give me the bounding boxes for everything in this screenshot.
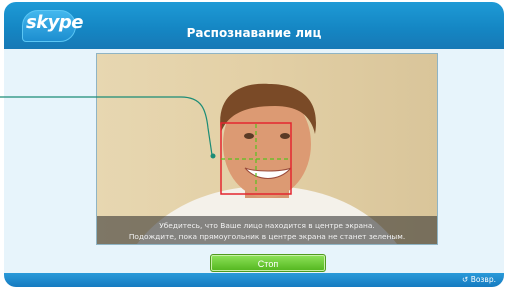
callout-line: [0, 96, 216, 159]
callout-dot: [210, 153, 216, 159]
callout-path: [0, 96, 213, 156]
